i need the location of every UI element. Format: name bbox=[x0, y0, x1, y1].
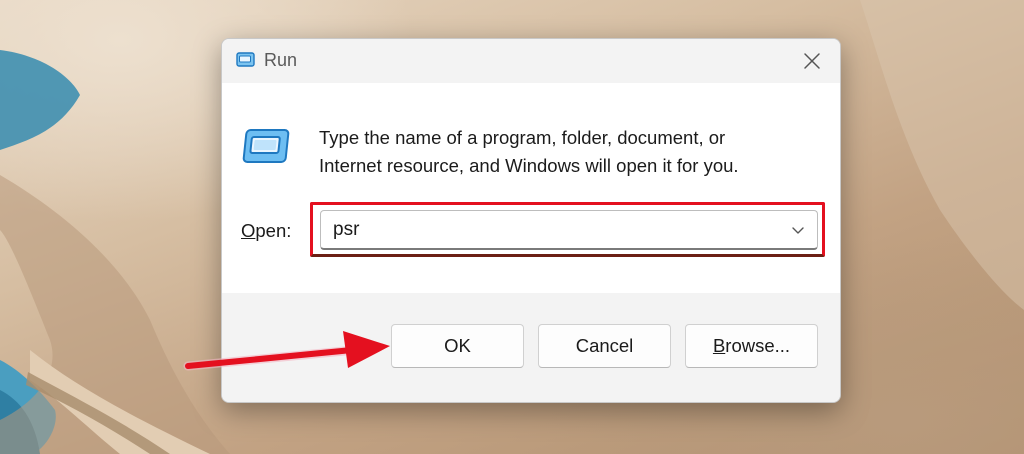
open-input[interactable] bbox=[333, 219, 773, 241]
description-line-2: Internet resource, and Windows will open… bbox=[319, 155, 739, 176]
dialog-footer: OK Cancel Browse... bbox=[222, 293, 840, 402]
browse-button[interactable]: Browse... bbox=[685, 324, 818, 368]
run-dialog: Run Type the name of a program, folder, … bbox=[221, 38, 841, 403]
dialog-title: Run bbox=[264, 50, 298, 70]
run-app-icon bbox=[242, 129, 290, 163]
browse-accelerator: B bbox=[712, 335, 726, 356]
run-app-icon bbox=[236, 52, 255, 67]
dialog-content: Type the name of a program, folder, docu… bbox=[222, 83, 840, 293]
ok-button[interactable]: OK bbox=[391, 324, 524, 368]
open-label-text: pen: bbox=[255, 220, 292, 241]
description-line-1: Type the name of a program, folder, docu… bbox=[319, 127, 726, 148]
open-label-accelerator: O bbox=[241, 220, 256, 241]
dialog-description: Type the name of a program, folder, docu… bbox=[319, 124, 819, 180]
dropdown-button[interactable] bbox=[785, 217, 811, 243]
browse-label: rowse... bbox=[725, 335, 791, 356]
cancel-button[interactable]: Cancel bbox=[538, 324, 671, 368]
open-combobox[interactable] bbox=[320, 210, 818, 250]
close-icon bbox=[804, 53, 820, 69]
open-label: Open: bbox=[241, 220, 291, 242]
chevron-down-icon bbox=[792, 227, 804, 234]
title-bar[interactable]: Run bbox=[222, 39, 840, 83]
close-button[interactable] bbox=[792, 45, 832, 77]
